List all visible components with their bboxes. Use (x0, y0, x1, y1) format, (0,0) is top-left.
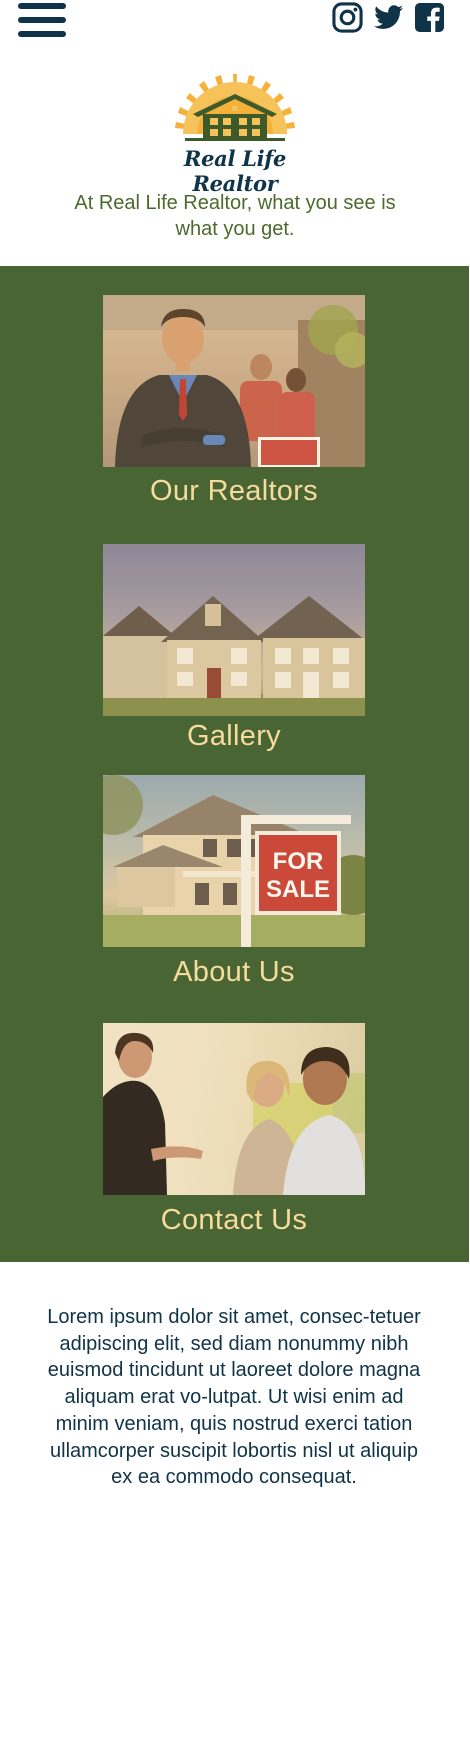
houses-photo (103, 544, 365, 716)
for-sale-house-photo: FOR SALE (103, 775, 365, 947)
nav-label-our-realtors: Our Realtors (150, 475, 318, 507)
nav-label-about-us: About Us (173, 956, 295, 988)
menu-bar (18, 17, 66, 23)
hamburger-menu-icon[interactable] (18, 1, 66, 39)
realtor-photo (103, 295, 365, 467)
nav-section: Our Realtors Gallery FOR SALE About Us C… (0, 266, 469, 1262)
nav-card-contact-us[interactable]: Contact Us (103, 1023, 365, 1236)
twitter-icon[interactable] (373, 2, 404, 33)
nav-card-gallery[interactable]: Gallery (103, 544, 365, 752)
social-links (332, 2, 445, 33)
meeting-photo (103, 1023, 365, 1195)
nav-card-about-us[interactable]: FOR SALE About Us (103, 775, 365, 988)
nav-card-our-realtors[interactable]: Our Realtors (103, 295, 365, 507)
sun-house-logo-icon (175, 74, 295, 141)
tagline: At Real Life Realtor, what you see is wh… (74, 192, 396, 240)
nav-label-contact-us: Contact Us (160, 1204, 308, 1236)
menu-bar (18, 3, 66, 9)
instagram-icon[interactable] (332, 2, 363, 33)
nav-label-gallery: Gallery (187, 720, 281, 752)
menu-bar (18, 31, 66, 37)
brand-name: Real Life Realtor (183, 146, 287, 196)
facebook-icon[interactable] (414, 2, 445, 33)
body-paragraph: Lorem ipsum dolor sit amet, consec-tetue… (47, 1306, 421, 1489)
brand-logo[interactable]: Real Life Realtor (155, 72, 315, 196)
